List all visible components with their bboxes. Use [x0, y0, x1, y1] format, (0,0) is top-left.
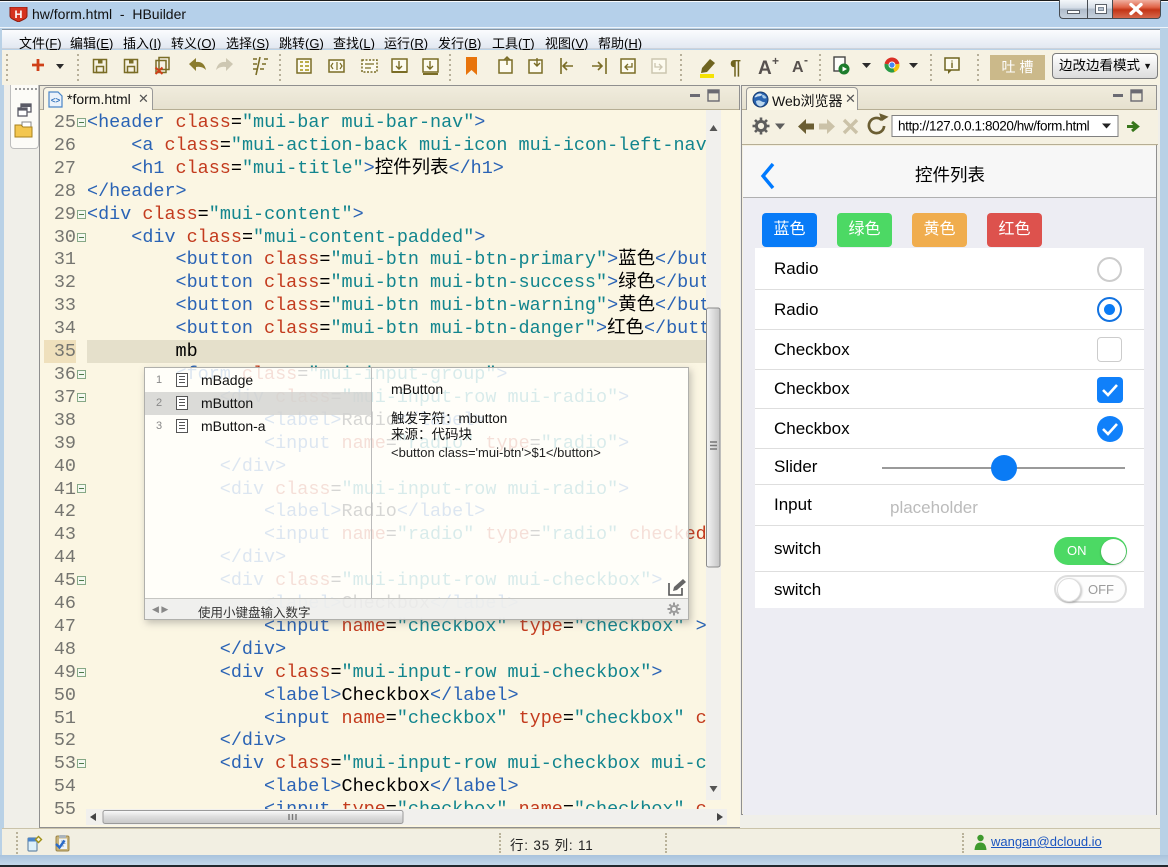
svg-text:<>: <> [51, 96, 61, 105]
svg-text:¶: ¶ [730, 57, 741, 79]
svg-text:A: A [792, 59, 804, 76]
svg-text:H: H [15, 9, 23, 21]
svg-text:http://127.0.0.1:8020/hw/form.: http://127.0.0.1:8020/hw/form.html [898, 119, 1090, 134]
svg-text:A: A [758, 58, 772, 79]
svg-text:-: - [804, 53, 808, 67]
svg-text:+: + [772, 54, 779, 68]
svg-text:i: i [951, 60, 954, 71]
